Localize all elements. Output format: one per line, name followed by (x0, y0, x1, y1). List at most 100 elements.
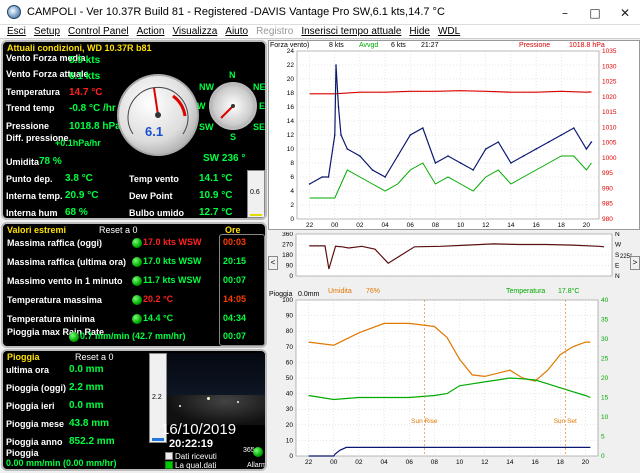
minimize-button[interactable]: – (550, 0, 580, 25)
trend-temp-label: Trend temp (6, 103, 55, 113)
compass-s: S (230, 132, 237, 142)
y-left-tick-label: 8 (290, 160, 294, 167)
webcam-image[interactable] (167, 353, 265, 425)
rain-last-hour-label: ultima ora (6, 365, 50, 375)
menu-control-panel[interactable]: Control Panel (64, 26, 133, 37)
y-right-tick-label: 1035 (602, 48, 617, 55)
max-temp-time: 14:05 (223, 294, 247, 304)
y-left-tick-label: 80 (286, 328, 294, 335)
humidity-label: Umidita (6, 157, 40, 167)
menu-inserisci-tempo[interactable]: Inserisci tempo attuale (297, 26, 405, 37)
pressure-diff-value: +0.1hPa/hr (55, 138, 101, 148)
internal-hum-value: 68 % (65, 207, 88, 218)
max-gust-hour-dot (132, 257, 142, 267)
wind-speed-line-point (346, 148, 349, 150)
windchill-label: Temp vento (129, 174, 179, 184)
webcam-light (179, 405, 181, 407)
compass-se: SE (253, 122, 266, 132)
y-right-tick-label: 15 (601, 395, 609, 402)
y-right-tick-label: E (615, 263, 620, 270)
y-right-tick-label: 1010 (602, 124, 617, 131)
rain-mini-gauge-value: 2.2 (152, 394, 162, 401)
max-gust-hour-label: Massima raffica (ultima ora) (7, 257, 127, 267)
y-right-tick-label: 35 (601, 317, 609, 324)
y-left-tick-label: 0 (289, 273, 293, 280)
data-received-label: Dati ricevuti (175, 452, 217, 461)
max-gust-today-label: Massima raffica (oggi) (7, 238, 103, 248)
wind-avg-value: 5.9 kts (69, 55, 101, 66)
wind-speed-line-point (434, 162, 437, 164)
y-right-tick-label: 30 (601, 336, 609, 343)
mini-gauge-value: 0.6 (250, 189, 260, 196)
y-right-tick-label: 1030 (602, 63, 617, 70)
menu-action[interactable]: Action (133, 26, 169, 37)
extremes-reset-button[interactable]: Reset a 0 (99, 226, 138, 235)
y-left-tick-label: 10 (286, 437, 294, 444)
trend-temp-value: -0.8 °C /hr (69, 103, 116, 114)
compass-needle-icon (220, 104, 235, 119)
x-tick-label: 00 (331, 222, 339, 229)
y-right-tick-label: 10 (601, 414, 609, 421)
menu-setup[interactable]: Setup (30, 26, 64, 37)
compass-n: N (229, 70, 236, 80)
wind-speed-line-point (472, 169, 474, 171)
min-temp-dot (132, 314, 142, 324)
y-left-tick-label: 24 (287, 48, 295, 55)
min-temp-label: Temperatura minima (7, 314, 95, 324)
window-title: CAMPOLI - Ver 10.37R Build 81 - Register… (27, 6, 445, 18)
wind-direction-value: SW 236 ° (203, 153, 246, 164)
maximize-button[interactable]: □ (580, 0, 610, 25)
alarm-label: Allarm (247, 462, 267, 469)
max-wind-1min-time: 00:07 (223, 275, 247, 285)
x-tick-label: 10 (456, 459, 464, 466)
rain-yesterday-label: Pioggia ieri (6, 401, 55, 411)
wind-speed-line-point (484, 148, 487, 150)
wind-speed-line-point (459, 162, 462, 164)
x-tick-label: 02 (355, 459, 363, 466)
max-gust-today-time: 00:03 (223, 237, 247, 247)
humidity-value: 78 % (39, 156, 62, 167)
wind-speed-line-point (522, 155, 525, 157)
y-left-tick-label: 4 (290, 188, 294, 195)
wind-speed-line-point (335, 64, 337, 66)
max-rain-rate-time: 00:07 (223, 331, 247, 341)
wind-speed-line-point (396, 155, 399, 157)
max-temp-value: 20.2 °C (143, 294, 174, 304)
rain-yesterday-value: 0.0 mm (69, 400, 104, 411)
y-left-tick-label: 70 (286, 344, 294, 351)
y-right-tick-label: 1020 (602, 94, 617, 101)
rain-humidity-temp-chart: Pioggia 0.0mm Umidita 76% Temperatura 17… (268, 288, 640, 473)
wind-speed-line-point (510, 162, 512, 164)
menu-hide[interactable]: Hide (405, 26, 434, 37)
y-left-tick-label: 270 (282, 242, 293, 249)
menu-bar: Esci Setup Control Panel Action Visualiz… (0, 25, 640, 39)
close-button[interactable]: ✕ (610, 0, 640, 25)
wind-speed-line-point (327, 176, 330, 178)
rain-month-label: Pioggia mese (6, 419, 65, 429)
data-quality-indicator (165, 461, 173, 469)
rain-reset-button[interactable]: Reset a 0 (75, 353, 114, 362)
pressure-diff-label: Diff. pressione (6, 133, 69, 143)
current-conditions-header: Attuali condizioni, WD 10.37R b81 (7, 43, 152, 53)
menu-aiuto[interactable]: Aiuto (221, 26, 252, 37)
menu-wdl[interactable]: WDL (434, 26, 464, 37)
y-left-tick-label: 30 (286, 406, 294, 413)
wind-speed-line-point (321, 176, 323, 178)
menu-esci[interactable]: Esci (3, 26, 30, 37)
data-quality-label: La qual.dati (175, 461, 217, 470)
max-gust-hour-time: 20:15 (223, 256, 247, 266)
max-temp-label: Temperatura massima (7, 295, 102, 305)
windchill-value: 14.1 °C (199, 173, 233, 184)
wind-direction-chart: < > 225° 0 90 180 270 360 N E S W N (268, 232, 640, 286)
x-tick-label: 08 (431, 459, 439, 466)
x-tick-label: 06 (406, 459, 414, 466)
sun-marker-label: Sun Rise (411, 418, 438, 425)
pressure-value: 1018.8 hPa (69, 121, 121, 132)
wetbulb-value: 12.7 °C (199, 207, 233, 218)
wind-speed-line-point (535, 148, 537, 150)
y-left-tick-label: 12 (287, 132, 295, 139)
menu-visualizza[interactable]: Visualizza (168, 26, 221, 37)
x-tick-label: 16 (532, 222, 540, 229)
y-right-tick-label: W (615, 242, 622, 249)
y-right-tick-label: 995 (602, 170, 613, 177)
